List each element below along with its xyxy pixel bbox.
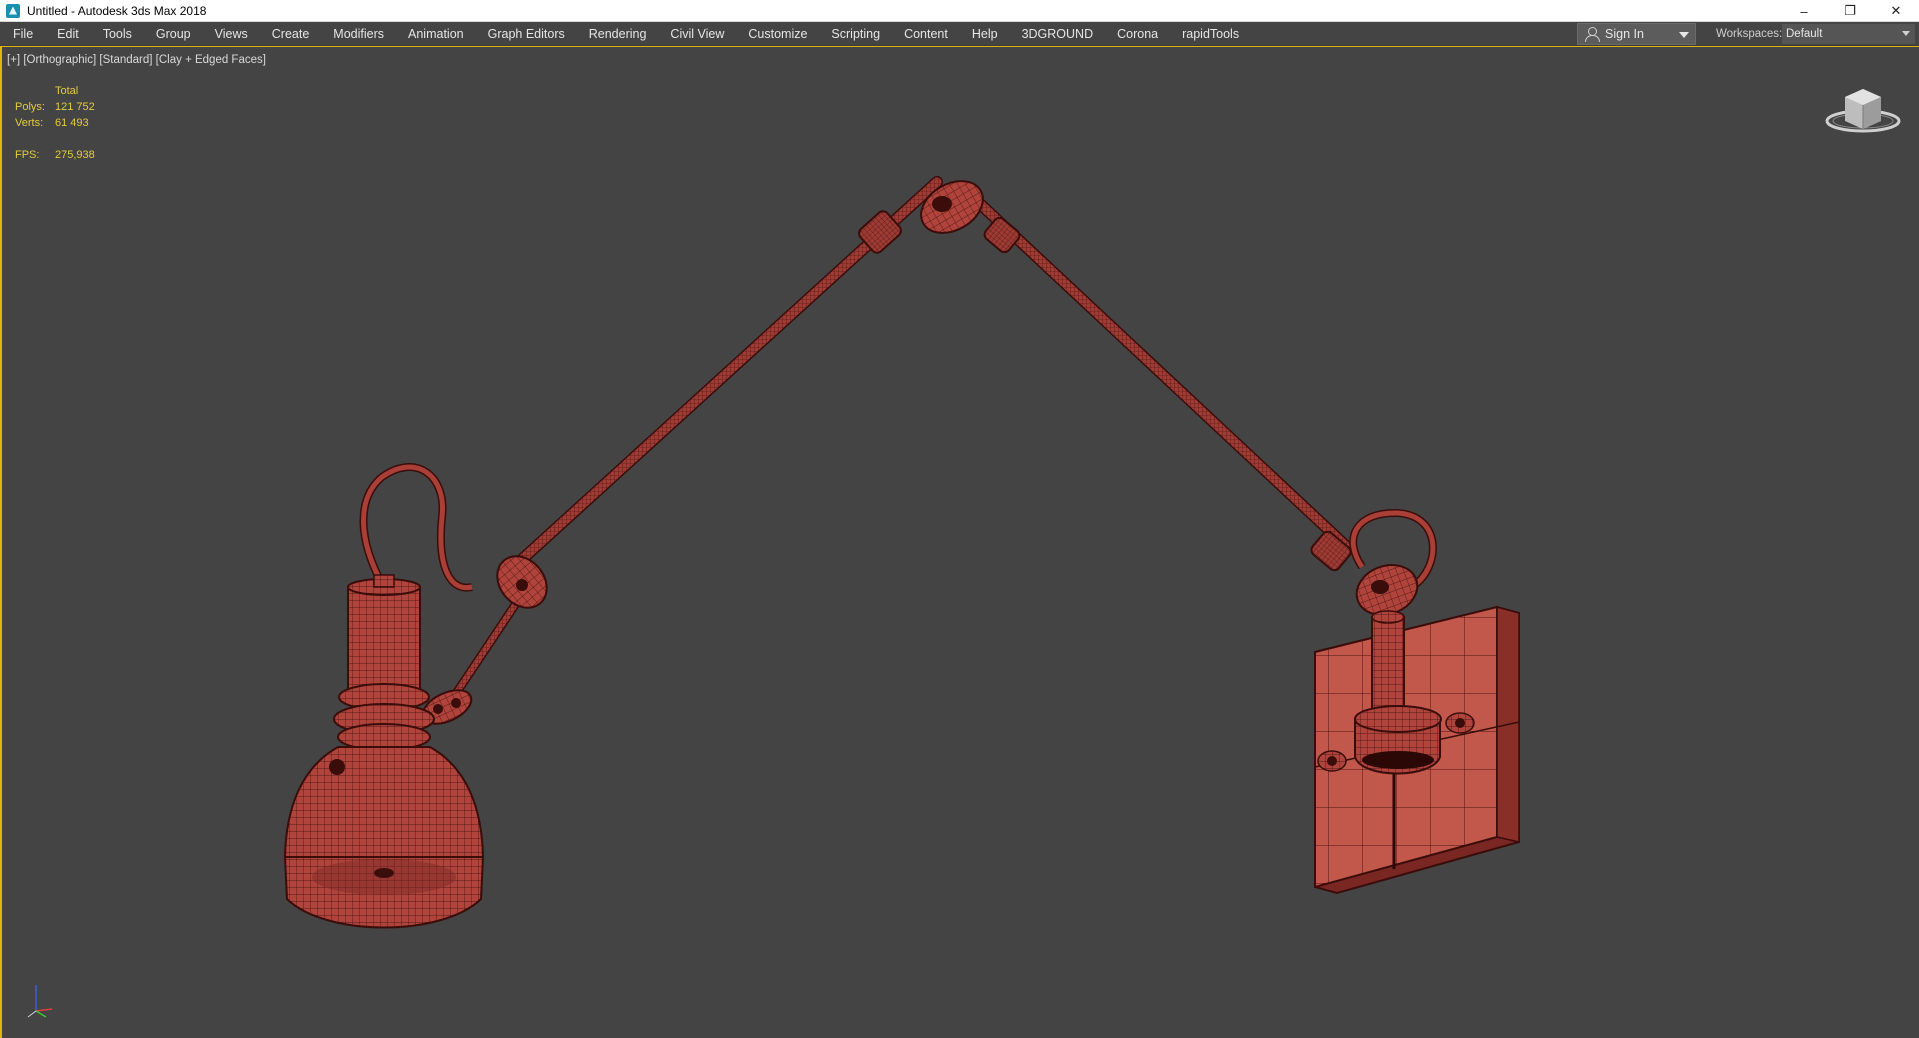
restore-button[interactable]: ❐ [1827,0,1873,22]
stats-header: Total [55,85,79,97]
menu-tools[interactable]: Tools [91,22,144,46]
close-button[interactable]: ✕ [1873,0,1919,22]
menu-content[interactable]: Content [892,22,960,46]
perspective-viewport[interactable]: [+] [Orthographic] [Standard] [Clay + Ed… [0,46,1919,1038]
menu-bar: File Edit Tools Group Views Create Modif… [0,22,1919,46]
viewport-general-menu[interactable]: [+] [7,54,20,66]
menu-rapidtools[interactable]: rapidTools [1170,22,1251,46]
workspace-value: Default [1786,28,1823,40]
chevron-down-icon [1902,31,1910,36]
viewport-display-menu[interactable]: [Clay + Edged Faces] [156,54,266,66]
menu-animation[interactable]: Animation [396,22,476,46]
menu-file[interactable]: File [0,22,45,46]
polys-label: Polys: [15,101,45,113]
title-bar: Untitled - Autodesk 3ds Max 2018 – ❐ ✕ [0,0,1919,22]
viewport-shading-menu[interactable]: [Standard] [99,54,152,66]
fps-label: FPS: [15,149,40,161]
app-icon[interactable] [6,3,20,18]
left-cable [359,463,473,595]
right-joint [1310,530,1419,616]
fps-value: 275,938 [55,149,95,161]
menu-group[interactable]: Group [144,22,203,46]
workspaces-label: Workspaces: [1716,28,1783,40]
menu-civil-view[interactable]: Civil View [658,22,736,46]
scene-statistics: Total Polys: 121 752 Verts: 61 493 FPS: 275… [15,83,95,163]
menu-corona[interactable]: Corona [1105,22,1170,46]
menu-graph-editors[interactable]: Graph Editors [476,22,577,46]
menu-views[interactable]: Views [203,22,260,46]
menu-3dground[interactable]: 3DGROUND [1010,22,1106,46]
axis-tripod-icon [27,985,53,1018]
menu-edit[interactable]: Edit [45,22,91,46]
verts-value: 61 493 [55,117,89,129]
window-controls: – ❐ ✕ [1781,0,1919,22]
menu-rendering[interactable]: Rendering [577,22,659,46]
menu-modifiers[interactable]: Modifiers [321,22,396,46]
polys-value: 121 752 [55,101,95,113]
viewport-label-menu: [+] [Orthographic] [Standard] [Clay + Ed… [7,54,266,66]
chevron-down-icon [1679,32,1689,38]
viewport-view-menu[interactable]: [Orthographic] [23,54,96,66]
viewcube-icon[interactable] [1823,81,1903,141]
verts-label: Verts: [15,117,44,129]
menu-customize[interactable]: Customize [736,22,819,46]
menu-create[interactable]: Create [260,22,322,46]
minimize-button[interactable]: – [1781,0,1827,22]
window-title: Untitled - Autodesk 3ds Max 2018 [27,3,207,18]
workspace-select[interactable]: Default [1782,24,1915,44]
sign-in-label: Sign In [1605,27,1644,41]
menu-help[interactable]: Help [960,22,1010,46]
sign-in-dropdown[interactable]: Sign In [1577,23,1696,45]
user-icon [1584,26,1600,42]
lamp-model[interactable] [2,47,1919,1038]
lamp-shade [283,574,485,929]
left-clamp [496,555,548,609]
menu-scripting[interactable]: Scripting [819,22,892,46]
